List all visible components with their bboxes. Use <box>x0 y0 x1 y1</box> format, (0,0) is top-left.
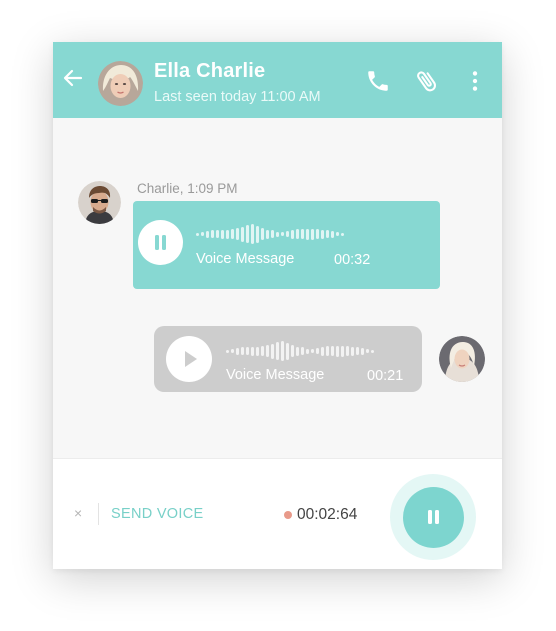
waveform-bar <box>276 342 279 360</box>
divider <box>98 503 99 525</box>
waveform-bar <box>281 341 284 361</box>
waveform-bar <box>341 232 344 236</box>
waveform-bar <box>251 346 254 356</box>
waveform-bar <box>236 228 239 240</box>
waveform-bar <box>221 229 224 239</box>
voice-message-label: Voice Message <box>196 251 295 267</box>
waveform-bar <box>256 346 259 356</box>
message-sender-time: Charlie, 1:09 PM <box>137 181 238 196</box>
waveform-bar <box>246 225 249 243</box>
outgoing-voice-message: Voice Message 00:21 <box>154 326 422 392</box>
waveform-bar <box>326 230 329 238</box>
waveform-bar <box>326 346 329 356</box>
waveform-bar <box>336 345 339 357</box>
play-button[interactable] <box>166 336 212 382</box>
waveform-bar <box>341 345 344 357</box>
waveform-bar <box>301 347 304 355</box>
waveform-bar <box>256 225 259 243</box>
waveform-bar <box>306 228 309 240</box>
waveform-bar <box>241 226 244 242</box>
waveform-bar <box>246 347 249 355</box>
waveform-bar <box>231 229 234 239</box>
phone-icon[interactable] <box>365 68 391 94</box>
voice-message-label: Voice Message <box>226 367 325 383</box>
waveform-bar <box>201 232 204 236</box>
waveform-bar <box>226 349 229 353</box>
waveform-bar <box>321 229 324 239</box>
cancel-recording-button[interactable]: × <box>74 505 82 521</box>
waveform-bar <box>261 228 264 240</box>
back-arrow-icon[interactable] <box>63 68 83 88</box>
waveform-bar <box>336 232 339 236</box>
waveform <box>196 223 344 245</box>
waveform-bar <box>296 346 299 356</box>
waveform-bar <box>286 342 289 360</box>
pause-recording-button[interactable] <box>403 487 464 548</box>
pause-button[interactable] <box>138 220 183 265</box>
waveform-bar <box>266 229 269 239</box>
paperclip-icon[interactable] <box>414 68 440 94</box>
contact-name: Ella Charlie <box>154 60 266 82</box>
waveform-bar <box>311 228 314 240</box>
waveform-bar <box>271 343 274 359</box>
waveform-bar <box>291 345 294 357</box>
waveform-bar <box>351 346 354 356</box>
waveform-bar <box>331 230 334 238</box>
last-seen-status: Last seen today 11:00 AM <box>154 89 321 105</box>
waveform-bar <box>251 224 254 244</box>
message-list: Charlie, 1:09 PM Voice Message 00:32 Voi… <box>53 118 502 458</box>
pause-icon <box>428 510 439 524</box>
waveform-bar <box>236 347 239 355</box>
voice-message-duration: 00:32 <box>334 252 371 268</box>
waveform-bar <box>261 346 264 356</box>
chat-window: Ella Charlie Last seen today 11:00 AM Ch… <box>53 42 502 569</box>
recording-timer: 00:02:64 <box>297 506 358 523</box>
my-avatar[interactable] <box>439 336 485 382</box>
contact-avatar[interactable] <box>98 61 143 106</box>
recording-indicator-dot <box>284 511 292 519</box>
waveform-bar <box>331 346 334 356</box>
waveform-bar <box>316 348 319 354</box>
waveform-bar <box>306 348 309 354</box>
waveform-bar <box>266 345 269 357</box>
waveform-bar <box>301 229 304 239</box>
voice-recorder-bar: × SEND VOICE 00:02:64 <box>53 458 502 569</box>
waveform-bar <box>211 230 214 238</box>
sender-avatar[interactable] <box>78 181 121 224</box>
waveform-bar <box>231 349 234 353</box>
waveform-bar <box>206 230 209 238</box>
waveform-bar <box>276 231 279 237</box>
voice-message-duration: 00:21 <box>367 368 404 384</box>
waveform-bar <box>361 347 364 355</box>
pause-icon <box>155 235 166 250</box>
incoming-voice-message: Voice Message 00:32 <box>133 201 440 289</box>
waveform-bar <box>316 229 319 239</box>
chat-header: Ella Charlie Last seen today 11:00 AM <box>53 42 502 118</box>
waveform-bar <box>196 232 199 236</box>
waveform-bar <box>286 231 289 237</box>
waveform-bar <box>356 347 359 355</box>
waveform-bar <box>291 229 294 239</box>
waveform-bar <box>281 232 284 236</box>
play-icon <box>185 351 197 367</box>
waveform-bar <box>226 229 229 239</box>
send-voice-button[interactable]: SEND VOICE <box>111 506 203 522</box>
waveform-bar <box>371 349 374 353</box>
waveform-bar <box>346 346 349 356</box>
more-vertical-icon[interactable] <box>462 68 488 94</box>
waveform <box>226 340 374 362</box>
waveform-bar <box>296 229 299 239</box>
waveform-bar <box>366 349 369 353</box>
waveform-bar <box>311 349 314 353</box>
waveform-bar <box>216 230 219 238</box>
waveform-bar <box>321 346 324 356</box>
waveform-bar <box>241 347 244 355</box>
waveform-bar <box>271 230 274 238</box>
